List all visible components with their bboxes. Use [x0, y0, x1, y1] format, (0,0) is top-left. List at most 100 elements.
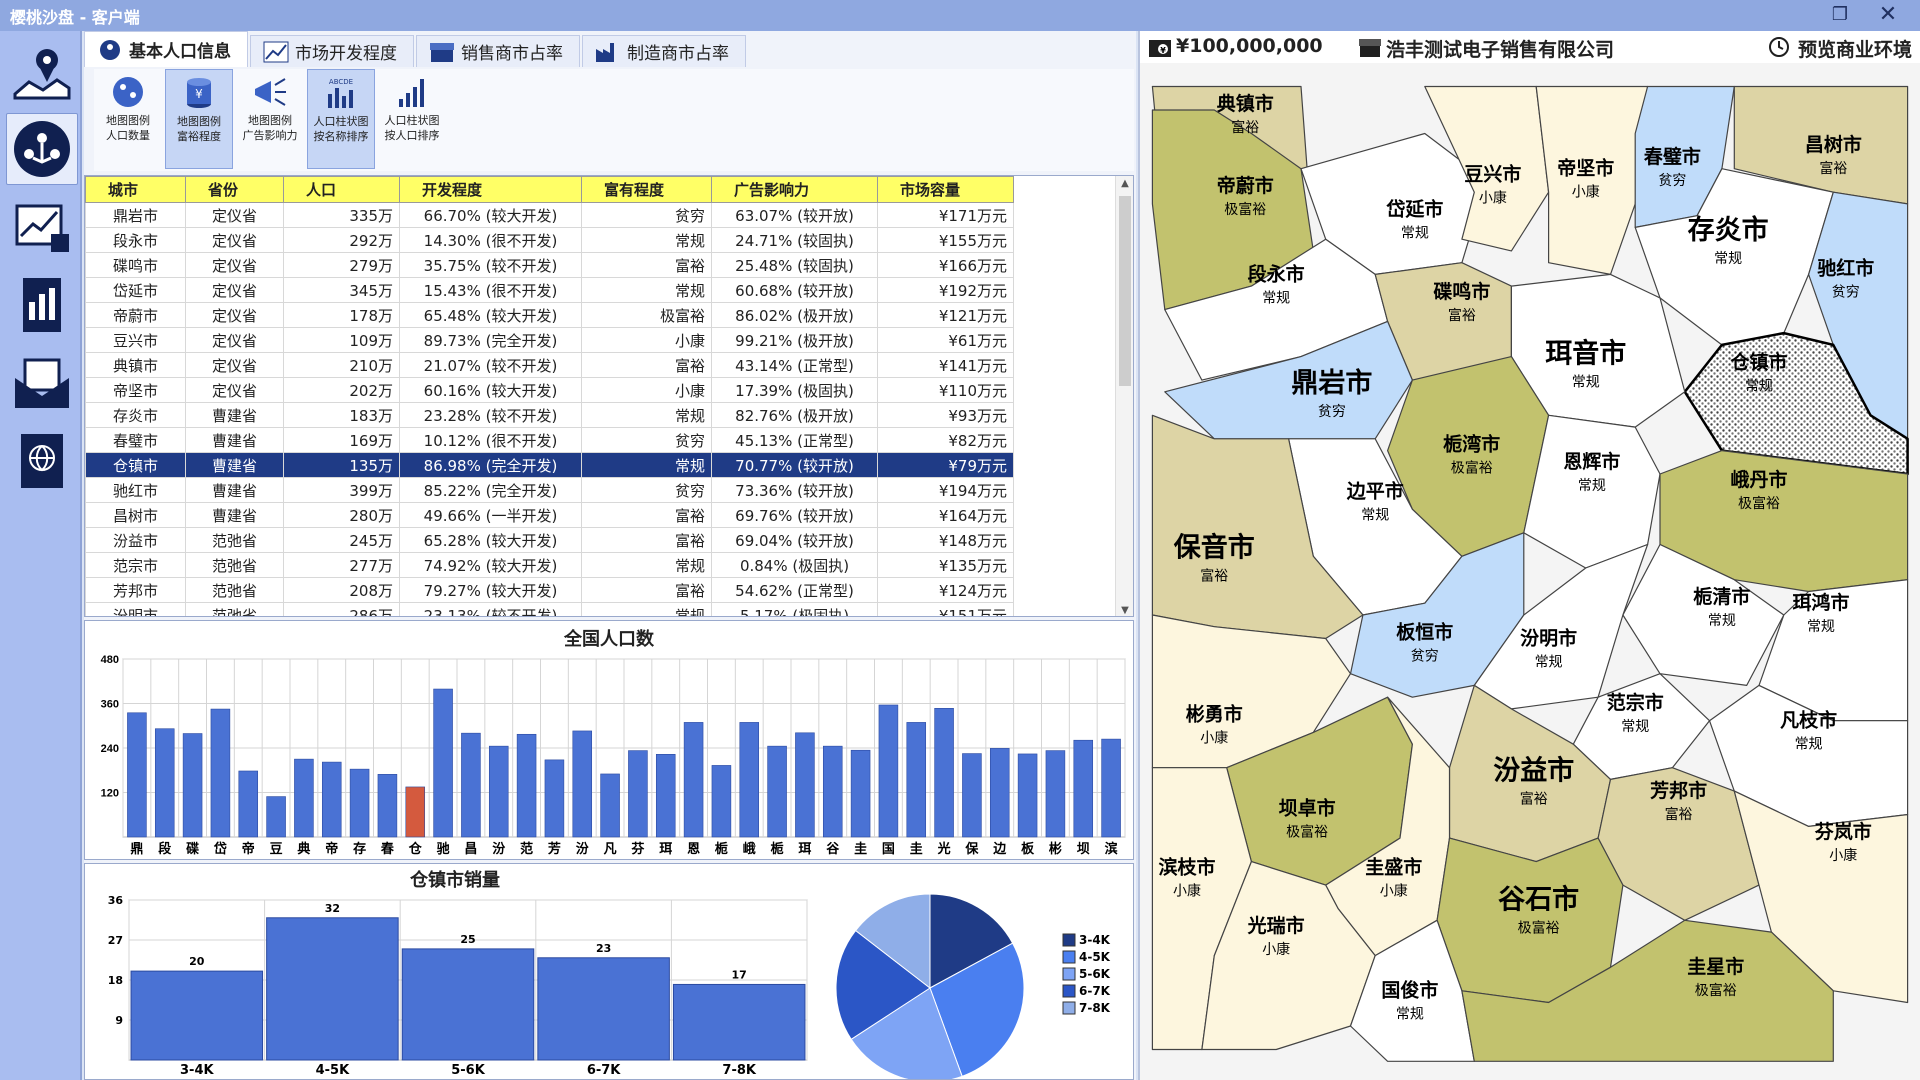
- table-row[interactable]: 岱延市 定仪省 345万 15.43% (很不开发) 常规 60.68% (较开放) ¥19…: [85, 277, 1014, 303]
- tool-map-wealth[interactable]: ¥ 地图图例 富裕程度: [165, 69, 233, 169]
- tool-bar-by-name[interactable]: ABCDE 人口柱状图 按名称排序: [307, 69, 375, 169]
- bar[interactable]: [127, 712, 147, 838]
- table-row[interactable]: 仓镇市 曹建省 135万 86.98% (完全开发) 常规 70.77% (较开放) ¥79…: [85, 452, 1014, 478]
- column-header[interactable]: 广告影响力: [711, 176, 878, 203]
- bar[interactable]: [154, 728, 175, 838]
- city-name-label: 豆兴市: [1464, 162, 1521, 185]
- bar[interactable]: [672, 983, 806, 1061]
- bar[interactable]: [1073, 739, 1094, 838]
- scroll-up-icon[interactable]: ▲: [1116, 178, 1133, 189]
- table-row[interactable]: 春璧市 曹建省 169万 10.12% (很不开发) 贫穷 45.13% (正常型) ¥82…: [85, 427, 1014, 453]
- table-row[interactable]: 帝坚市 定仪省 202万 60.16% (较大开发) 小康 17.39% (极固执) ¥11…: [85, 377, 1014, 403]
- bar[interactable]: [544, 759, 565, 838]
- bar[interactable]: [600, 773, 620, 838]
- bar[interactable]: [210, 708, 231, 838]
- title-bar: 樱桃沙盘 - 客户端 ❐ ✕: [0, 0, 1920, 31]
- bar[interactable]: [683, 722, 704, 838]
- table-row[interactable]: 驰红市 曹建省 399万 85.22% (完全开发) 贫穷 73.36% (较开放) ¥19…: [85, 477, 1014, 503]
- growth-chart-icon[interactable]: [6, 191, 78, 263]
- bar[interactable]: [739, 722, 760, 838]
- bar[interactable]: [433, 688, 453, 838]
- table-cell: 曹建省: [185, 452, 284, 478]
- bar[interactable]: [655, 754, 676, 838]
- bar[interactable]: [711, 765, 732, 838]
- table-cell: 25.48% (较固执): [711, 252, 878, 278]
- tab-manufacturer-share[interactable]: 制造商市占率: [582, 35, 746, 67]
- table-cell: 5.17% (极固执): [711, 602, 878, 616]
- city-name-label: 边平市: [1346, 480, 1404, 503]
- column-header[interactable]: 市场容量: [877, 176, 1014, 203]
- bar[interactable]: [962, 753, 982, 838]
- city-region[interactable]: [1535, 85, 1649, 275]
- bar[interactable]: [488, 745, 509, 838]
- table-row[interactable]: 汾益市 范弛省 245万 65.28% (较大开发) 富裕 69.04% (较开放) ¥14…: [85, 527, 1014, 553]
- table-row[interactable]: 存炎市 曹建省 183万 23.28% (较不开发) 常规 82.76% (极开放) ¥93…: [85, 402, 1014, 428]
- scroll-down-icon[interactable]: ▼: [1116, 605, 1133, 616]
- table-row[interactable]: 碟鸣市 定仪省 279万 35.75% (较不开发) 富裕 25.48% (较固执) ¥16…: [85, 252, 1014, 278]
- tab-market-development[interactable]: 市场开发程度: [250, 35, 414, 67]
- map-pin-icon[interactable]: [6, 37, 78, 109]
- globe-book-icon[interactable]: [6, 425, 78, 497]
- tab-population[interactable]: 基本人口信息: [84, 31, 248, 67]
- bar[interactable]: [1101, 738, 1121, 838]
- table-row[interactable]: 昌树市 曹建省 280万 49.66% (一半开发) 富裕 69.76% (较开放) ¥16…: [85, 502, 1014, 528]
- bar[interactable]: [989, 748, 1010, 838]
- bar-report-icon[interactable]: [6, 269, 78, 341]
- tool-map-ad-influence[interactable]: 地图图例 广告影响力: [236, 69, 304, 169]
- bar[interactable]: [537, 957, 670, 1061]
- table-row[interactable]: 段永市 定仪省 292万 14.30% (很不开发) 常规 24.71% (较固执) ¥15…: [85, 227, 1014, 253]
- bar[interactable]: [182, 733, 203, 838]
- bar[interactable]: [934, 708, 954, 838]
- mail-icon[interactable]: [6, 347, 78, 419]
- column-header[interactable]: 人口: [283, 176, 400, 203]
- y-tick-label: 9: [115, 1014, 123, 1027]
- column-header[interactable]: 城市: [85, 176, 186, 203]
- table-cell: 帝蔚市: [85, 302, 186, 328]
- tool-bar-by-population[interactable]: 人口柱状图 按人口排序: [378, 69, 446, 169]
- bar[interactable]: [294, 758, 314, 838]
- bar[interactable]: [572, 730, 593, 838]
- bar[interactable]: [878, 704, 899, 838]
- bar[interactable]: [266, 917, 399, 1061]
- bar[interactable]: [516, 733, 537, 838]
- column-header[interactable]: 省份: [185, 176, 284, 203]
- table-row[interactable]: 鼎岩市 定仪省 335万 66.70% (较大开发) 贫穷 63.07% (较开放) ¥17…: [85, 202, 1014, 228]
- table-row[interactable]: 汾明市 范弛省 286万 23.13% (较不开发) 常规 5.17% (极固执) ¥151…: [85, 602, 1014, 616]
- bar[interactable]: [822, 745, 843, 838]
- bar[interactable]: [628, 750, 648, 838]
- table-row[interactable]: 典镇市 定仪省 210万 21.07% (较不开发) 富裕 43.14% (正常型) ¥14…: [85, 352, 1014, 378]
- bar[interactable]: [1017, 753, 1038, 838]
- column-header[interactable]: 富有程度: [581, 176, 712, 203]
- close-icon[interactable]: ✕: [1870, 3, 1906, 27]
- tool-map-population[interactable]: 地图图例 人口数量: [94, 69, 162, 169]
- bar[interactable]: [401, 948, 535, 1061]
- scroll-thumb[interactable]: [1119, 196, 1131, 386]
- table-row[interactable]: 芳邦市 范弛省 208万 79.27% (较大开发) 富裕 54.62% (正常型) ¥12…: [85, 577, 1014, 603]
- column-header[interactable]: 开发程度: [399, 176, 582, 203]
- restore-icon[interactable]: ❐: [1822, 3, 1858, 27]
- bar[interactable]: [130, 970, 264, 1061]
- table-row[interactable]: 豆兴市 定仪省 109万 89.73% (完全开发) 小康 99.21% (极开放) ¥61…: [85, 327, 1014, 353]
- bar[interactable]: [238, 770, 259, 838]
- bar[interactable]: [795, 732, 815, 838]
- bar[interactable]: [767, 745, 787, 838]
- table-scrollbar[interactable]: ▲ ▼: [1115, 176, 1133, 616]
- bar[interactable]: [1045, 750, 1066, 838]
- bar[interactable]: [266, 796, 286, 838]
- bar[interactable]: [349, 768, 370, 838]
- table-row[interactable]: 帝蔚市 定仪省 178万 65.48% (较大开发) 极富裕 86.02% (极开放) ¥1…: [85, 302, 1014, 328]
- bar[interactable]: [377, 774, 398, 838]
- bar[interactable]: [850, 749, 871, 838]
- bar[interactable]: [906, 722, 927, 838]
- tool-line1: 地图图例: [177, 115, 221, 128]
- table-row[interactable]: 范宗市 范弛省 277万 74.92% (较大开发) 常规 0.84% (极固执) ¥135…: [85, 552, 1014, 578]
- bar[interactable]: [321, 761, 342, 838]
- bar[interactable]: [405, 786, 426, 838]
- city-wealth-label: 小康: [1262, 941, 1290, 958]
- bar[interactable]: [461, 732, 481, 838]
- x-tick-label: 驰: [437, 842, 450, 857]
- preview-business-button[interactable]: 预览商业环境: [1798, 35, 1912, 62]
- x-tick-label: 边: [992, 842, 1007, 857]
- tab-seller-share[interactable]: 销售商市占率: [416, 35, 580, 67]
- people-network-icon[interactable]: [6, 113, 78, 185]
